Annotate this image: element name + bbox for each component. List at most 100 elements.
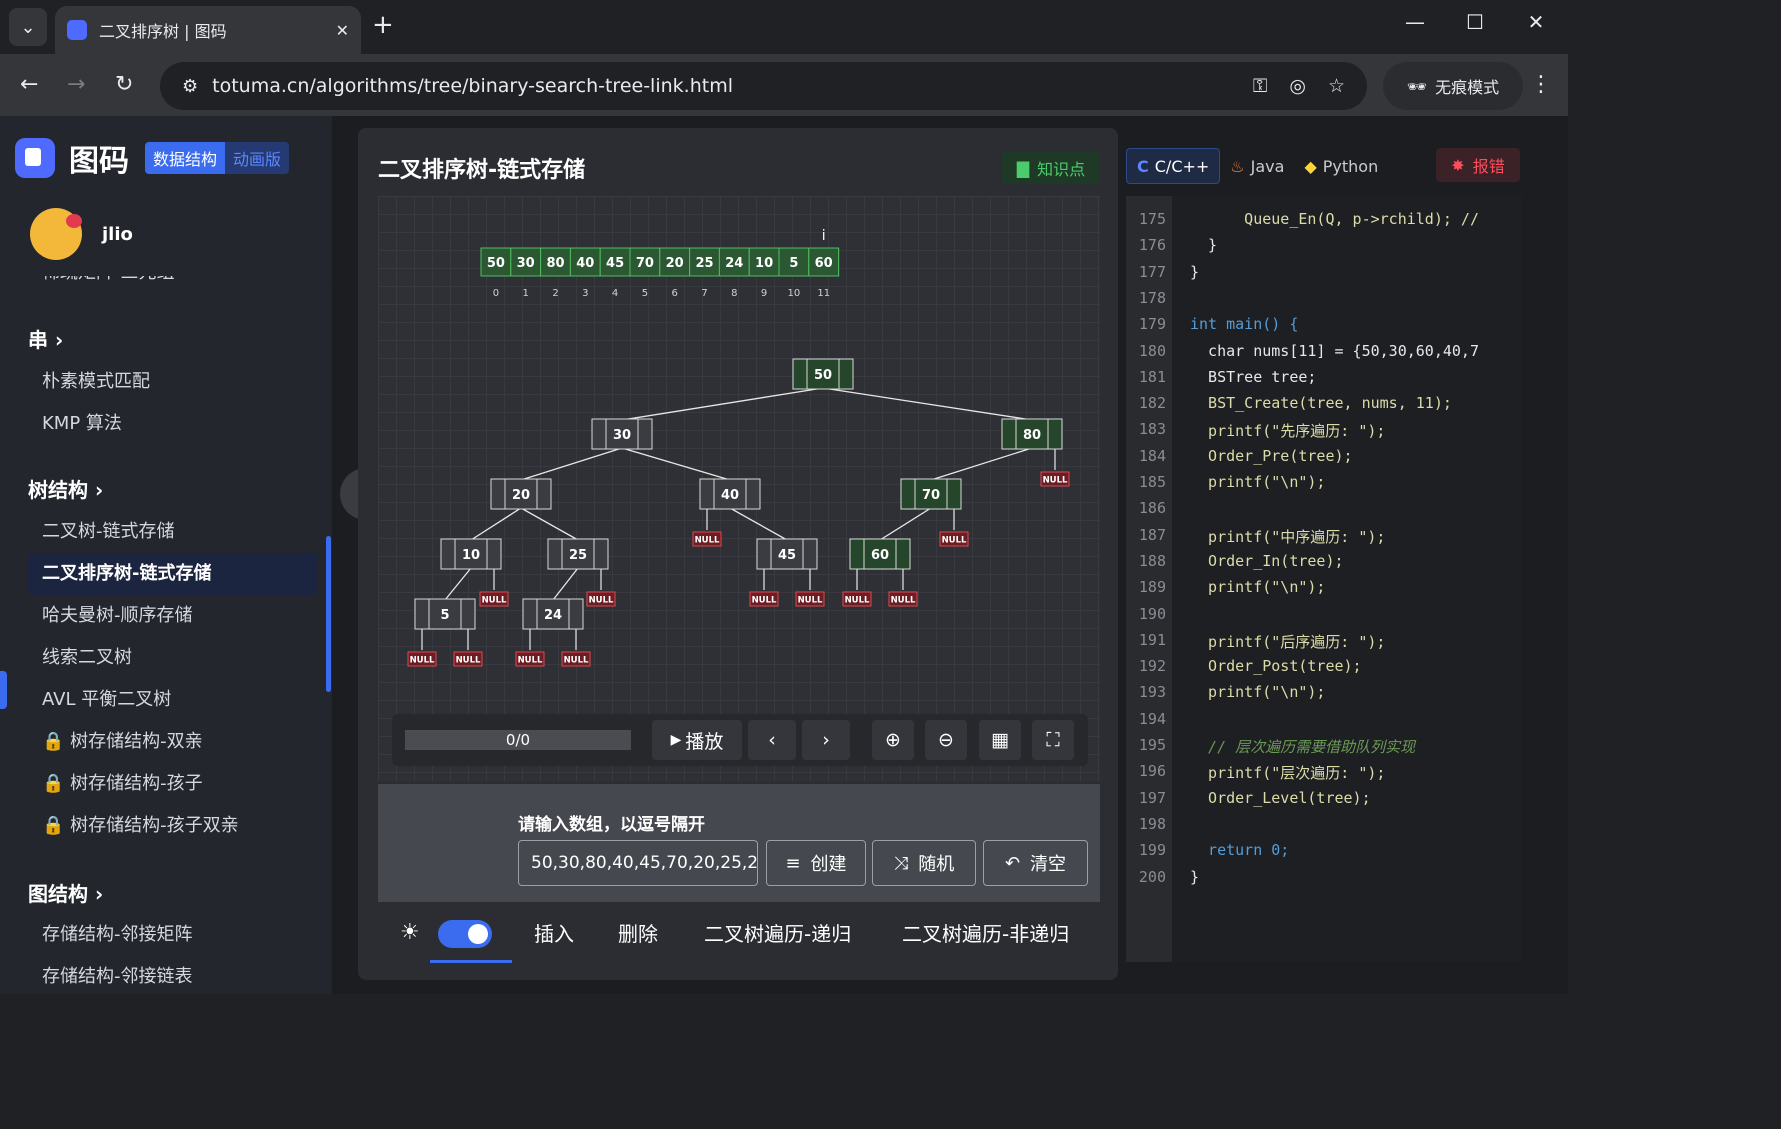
bst-diagram: 50 0 30 1 80 2 40 3 45 4 70 5 20 6 25 7 24 8 10 9 5 10 60 11 i NU… (407, 228, 1070, 667)
array-input[interactable]: 50,30,80,40,45,70,20,25,24, (518, 840, 758, 886)
line-number: 188 (1138, 551, 1166, 570)
eye-off-icon[interactable]: ◎ (1289, 75, 1306, 97)
null-label: NULL (564, 656, 589, 666)
site-logo[interactable]: 图码 数据结构 动画版 (15, 136, 290, 180)
null-label: NULL (695, 536, 720, 546)
sun-icon[interactable]: ☀ (400, 920, 420, 945)
next-step-button[interactable]: › (802, 720, 850, 760)
code-line: char nums[11] = {50,30,60,40,7 (1190, 341, 1479, 360)
lang-python[interactable]: ◆ Python (1294, 148, 1388, 184)
badge-data-structure[interactable]: 数据结构 (145, 142, 226, 174)
sidebar-item-adj-list[interactable]: 存储结构-邻接链表 (28, 956, 318, 994)
line-number: 177 (1138, 262, 1166, 281)
prev-step-button[interactable]: ‹ (748, 720, 796, 760)
null-label: NULL (456, 656, 481, 666)
code-line: // 层次遍历需要借助队列实现 (1190, 738, 1416, 756)
tab-traverse-iterative[interactable]: 二叉树遍历-非递归 (902, 906, 1069, 962)
tree-edge (930, 447, 1033, 481)
sidebar-item-tree-child-parent[interactable]: 🔒 树存储结构-孩子双亲 (28, 805, 318, 847)
sidebar-scrollbar[interactable] (326, 536, 331, 692)
clear-label: 清空 (1030, 854, 1067, 875)
knowledge-button[interactable]: ▇ 知识点 (1002, 152, 1100, 184)
sidebar-item-naive-match[interactable]: 朴素模式匹配 (28, 361, 318, 403)
user-profile[interactable]: jlio (30, 208, 133, 260)
code-editor[interactable]: 175 176 177 178 179 180 181 182 183 184 185 186 187 1… (1126, 196, 1522, 962)
tree-edge (520, 507, 579, 541)
browser-window: ⌄ 二叉排序树 | 图码 ✕ + — ☐ ✕ ← → ↻ ⚙ totuma.cn… (0, 0, 1568, 994)
sidebar-item-kmp[interactable]: KMP 算法 (28, 403, 318, 445)
report-error-button[interactable]: ✸ 报错 (1436, 148, 1520, 182)
array-index: 9 (761, 288, 767, 299)
play-label: 播放 (685, 730, 724, 753)
code-line: Order_Level(tree); (1190, 788, 1371, 807)
nav-section-tree[interactable]: 树结构 › (28, 474, 103, 503)
close-tab-icon[interactable]: ✕ (336, 21, 349, 40)
incognito-label: 无痕模式 (1435, 78, 1500, 97)
shuffle-icon: ⤨ (893, 852, 909, 874)
undo-icon: ↶ (1004, 852, 1021, 874)
animation-canvas[interactable]: 50 0 30 1 80 2 40 3 45 4 70 5 20 6 25 7 24 8 10 9 5 10 60 11 i NU… (378, 196, 1100, 781)
sidebar-item-bst-link[interactable]: 二叉排序树-链式存储 (28, 553, 318, 595)
sidebar-item-threaded-tree[interactable]: 线索二叉树 (28, 637, 318, 679)
lang-java-label: Java (1250, 156, 1285, 176)
sidebar-item-avl[interactable]: AVL 平衡二叉树 (28, 679, 318, 721)
array-index: 4 (612, 288, 618, 299)
array-value: 5 (789, 256, 798, 271)
code-line: printf("\n"); (1190, 578, 1326, 597)
array-index: 1 (523, 288, 529, 299)
theme-toggle[interactable] (438, 920, 492, 948)
tab-traverse-recursive[interactable]: 二叉树遍历-递归 (704, 906, 851, 962)
address-bar[interactable]: ⚙ totuma.cn/algorithms/tree/binary-searc… (160, 62, 1367, 110)
reload-icon[interactable]: ↻ (115, 72, 133, 97)
tab-insert[interactable]: 插入 (534, 906, 574, 962)
forward-icon[interactable]: → (67, 72, 85, 97)
array-index: 6 (672, 288, 678, 299)
sidebar-item-tree-child[interactable]: 🔒 树存储结构-孩子 (28, 763, 318, 805)
sidebar-item-huffman[interactable]: 哈夫曼树-顺序存储 (28, 595, 318, 637)
badge-animation[interactable]: 动画版 (225, 142, 290, 174)
nav-section-graph[interactable]: 图结构 › (28, 878, 103, 907)
close-window-icon[interactable]: ✕ (1506, 10, 1566, 34)
browser-tab[interactable]: 二叉排序树 | 图码 ✕ (55, 6, 361, 54)
fit-grid-icon[interactable]: ▦ (979, 720, 1021, 760)
tab-title: 二叉排序树 | 图码 (99, 22, 227, 41)
play-button[interactable]: ▶ 播放 (652, 720, 742, 760)
sidebar-item-sparse-matrix[interactable]: 稀疏矩阵-三元组 (28, 276, 318, 292)
page-title: 二叉排序树-链式存储 (378, 158, 586, 183)
tab-search-button[interactable]: ⌄ (9, 8, 47, 46)
menu-icon[interactable]: ⋮ (1530, 72, 1552, 97)
fullscreen-icon[interactable]: ⛶ (1032, 720, 1074, 760)
nav-list: 稀疏矩阵-三元组 串 › 朴素模式匹配 KMP 算法 树结构 › 二叉树-链式存… (0, 276, 332, 994)
progress-bar[interactable]: 0/0 (405, 730, 631, 750)
line-number: 178 (1138, 288, 1166, 307)
line-number: 190 (1138, 604, 1166, 623)
site-info-icon[interactable]: ⚙ (182, 76, 198, 97)
zoom-out-icon[interactable]: ⊖ (925, 720, 967, 760)
minimize-icon[interactable]: — (1385, 10, 1445, 34)
key-icon[interactable]: ⚿ (1253, 75, 1267, 97)
line-number: 189 (1138, 578, 1166, 597)
code-line: printf("\n"); (1190, 473, 1326, 491)
create-button[interactable]: ≡ 创建 (766, 840, 866, 886)
sidebar-item-tree-parent[interactable]: 🔒 树存储结构-双亲 (28, 721, 318, 763)
code-line: Order_In(tree); (1190, 551, 1344, 570)
tree-node-value: 25 (569, 548, 587, 563)
bookmark-star-icon[interactable]: ☆ (1328, 75, 1345, 97)
tree-node-value: 60 (871, 548, 889, 563)
maximize-icon[interactable]: ☐ (1445, 10, 1505, 34)
sidebar-item-binary-tree-link[interactable]: 二叉树-链式存储 (28, 511, 318, 553)
back-icon[interactable]: ← (20, 72, 38, 97)
null-label: NULL (942, 536, 967, 546)
incognito-icon: 🕶 (1406, 76, 1428, 96)
tab-delete[interactable]: 删除 (618, 906, 658, 962)
new-tab-icon[interactable]: + (372, 10, 394, 40)
lang-java[interactable]: ♨ Java (1220, 148, 1294, 184)
clear-button[interactable]: ↶ 清空 (983, 840, 1088, 886)
lang-cpp[interactable]: C C/C++ (1126, 148, 1221, 184)
incognito-badge[interactable]: 🕶 无痕模式 (1383, 62, 1523, 110)
zoom-in-icon[interactable]: ⊕ (872, 720, 914, 760)
null-label: NULL (518, 656, 543, 666)
sidebar-item-adj-matrix[interactable]: 存储结构-邻接矩阵 (28, 914, 318, 956)
nav-section-string[interactable]: 串 › (28, 324, 63, 353)
random-button[interactable]: ⤨ 随机 (872, 840, 976, 886)
